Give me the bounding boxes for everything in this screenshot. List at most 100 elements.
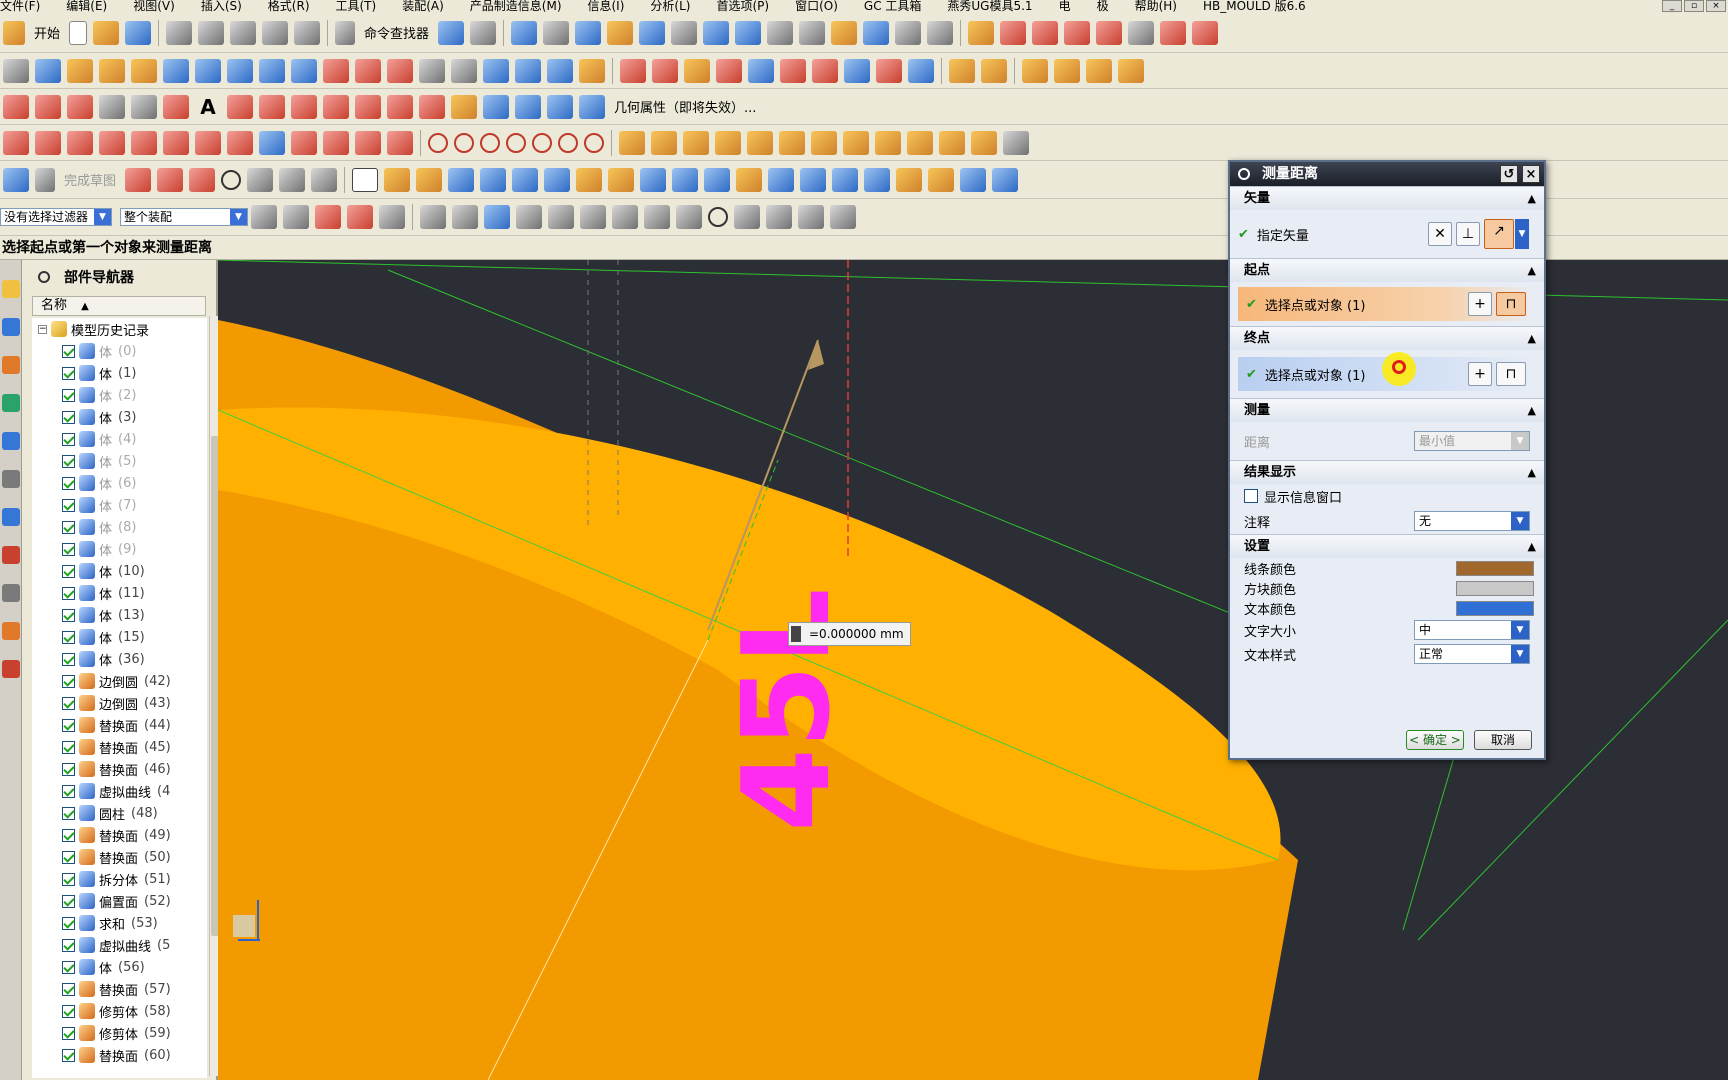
tree-row[interactable]: 体 (0) — [32, 340, 207, 362]
system-materials-tab-icon[interactable] — [2, 508, 20, 526]
electrode-icon[interactable] — [1054, 58, 1080, 83]
emboss-icon[interactable] — [939, 130, 965, 155]
part-navigator-tab-icon[interactable] — [2, 356, 20, 374]
report-icon[interactable] — [1118, 58, 1144, 83]
sweep-icon[interactable] — [259, 58, 285, 83]
collapse-caret-icon[interactable]: ▲ — [1528, 187, 1536, 211]
tree-root-row[interactable]: − 模型历史记录 — [32, 318, 207, 340]
sketch-icon[interactable] — [3, 167, 29, 192]
enlarge-icon[interactable] — [419, 58, 445, 83]
extract-icon[interactable] — [451, 94, 477, 119]
divide-icon[interactable] — [291, 130, 317, 155]
tree-row[interactable]: 替换面 (50) — [32, 846, 207, 868]
quadrant-snap-icon[interactable] — [676, 205, 702, 229]
circle-point-icon[interactable] — [532, 132, 552, 153]
sphere-icon[interactable] — [544, 167, 571, 192]
menu-item[interactable]: 编辑(E) — [66, 0, 107, 12]
divide-curve-icon[interactable] — [1032, 20, 1059, 45]
trim-body-icon[interactable] — [768, 167, 795, 192]
swept-surface-icon[interactable] — [291, 58, 317, 83]
visibility-checkbox[interactable] — [62, 1004, 75, 1018]
type-filter-dropdown[interactable]: 没有选择过滤器 — [0, 208, 112, 226]
arc-icon[interactable] — [35, 94, 61, 119]
resize-blend-icon[interactable] — [780, 58, 806, 83]
hole-icon[interactable] — [619, 130, 645, 155]
face-analysis-icon[interactable] — [844, 58, 870, 83]
profile-icon[interactable] — [125, 167, 152, 192]
law-extension-icon[interactable] — [515, 58, 541, 83]
mesh-surface-icon[interactable] — [227, 58, 253, 83]
tree-row[interactable]: 替换面 (44) — [32, 714, 207, 736]
grid-icon[interactable] — [895, 20, 922, 45]
move-icon[interactable] — [703, 20, 730, 45]
end-point-options-icon[interactable]: ⊓ — [1496, 362, 1526, 386]
visibility-checkbox[interactable] — [62, 938, 75, 952]
rotate-icon[interactable] — [735, 20, 762, 45]
tree-row[interactable]: 体 (36) — [32, 648, 207, 670]
vector-options-icon[interactable]: ⊥ — [1456, 222, 1480, 246]
line-icon[interactable] — [3, 94, 29, 119]
tree-row[interactable]: 虚拟曲线 (4 — [32, 780, 207, 802]
geometry-properties-icon[interactable] — [579, 94, 605, 119]
visibility-checkbox[interactable] — [62, 586, 75, 600]
system-scenes-tab-icon[interactable] — [2, 660, 20, 678]
fillet-curve-icon[interactable] — [1064, 20, 1091, 45]
feature-filter-icon[interactable] — [379, 205, 405, 229]
offset-surface-icon[interactable] — [323, 58, 349, 83]
visibility-checkbox[interactable] — [62, 894, 75, 908]
project-curve-icon[interactable] — [259, 94, 285, 119]
point-dialog-icon[interactable]: + — [1468, 362, 1492, 386]
tree-row[interactable]: 求和 (53) — [32, 912, 207, 934]
block-icon[interactable] — [448, 167, 475, 192]
sew-icon[interactable] — [387, 58, 413, 83]
move-face-icon[interactable] — [716, 58, 742, 83]
reuse-library-tab-icon[interactable] — [2, 394, 20, 412]
through-curves-icon[interactable] — [195, 58, 221, 83]
tree-row[interactable]: 体 (15) — [32, 626, 207, 648]
close-window-button[interactable]: × — [1706, 0, 1726, 12]
dialog-title-bar[interactable]: 测量距离 ↺ × — [1230, 162, 1544, 186]
name-column-header[interactable]: 名称 ▲ — [32, 296, 206, 316]
command-finder-button[interactable]: 命令查找器 — [364, 23, 429, 42]
subtract-icon[interactable] — [608, 167, 635, 192]
edit-angle-icon[interactable] — [35, 130, 61, 155]
drag-handle-icon[interactable] — [791, 626, 801, 642]
menu-item[interactable]: 极 — [1097, 0, 1109, 12]
groove-icon[interactable] — [779, 130, 805, 155]
tree-row[interactable]: 修剪体 (58) — [32, 1000, 207, 1022]
n-sided-icon[interactable] — [483, 58, 509, 83]
process-studio-tab-icon[interactable] — [2, 546, 20, 564]
intersect-icon[interactable] — [640, 167, 667, 192]
visibility-checkbox[interactable] — [62, 784, 75, 798]
menu-item[interactable]: 文件(F) — [0, 0, 40, 12]
bridge-curve-icon[interactable] — [355, 94, 381, 119]
section-results-display[interactable]: 结果显示 ▲ — [1230, 460, 1544, 484]
visibility-checkbox[interactable] — [62, 520, 75, 534]
tree-row[interactable]: 体 (8) — [32, 516, 207, 538]
visibility-checkbox[interactable] — [62, 564, 75, 578]
tools-icon[interactable] — [831, 20, 858, 45]
constraint-navigator-tab-icon[interactable] — [2, 318, 20, 336]
trim-curve-icon[interactable] — [1000, 20, 1027, 45]
datum-plane-icon[interactable] — [35, 58, 61, 83]
cylinder-feature-icon[interactable] — [480, 167, 507, 192]
edit-spline-icon[interactable] — [227, 130, 253, 155]
sketch-line-icon[interactable] — [157, 167, 184, 192]
boss-icon[interactable] — [651, 130, 677, 155]
tree-row[interactable]: 偏置面 (52) — [32, 890, 207, 912]
visibility-checkbox[interactable] — [62, 410, 75, 424]
studio-spline-icon[interactable] — [163, 94, 189, 119]
sketch-rectangle-icon[interactable] — [311, 167, 338, 192]
inferred-vector-icon[interactable]: ✕ — [1428, 222, 1452, 246]
tree-row[interactable]: 拆分体 (51) — [32, 868, 207, 890]
slot-icon[interactable] — [747, 130, 773, 155]
mirror-icon[interactable] — [547, 94, 573, 119]
menu-item[interactable]: 燕秀UG模具5.1 — [947, 0, 1032, 12]
component-icon[interactable] — [981, 58, 1007, 83]
tree-row[interactable]: 体 (5) — [32, 450, 207, 472]
tangent-icon[interactable] — [131, 130, 157, 155]
visibility-checkbox[interactable] — [62, 960, 75, 974]
extrude-feature-icon[interactable] — [384, 167, 411, 192]
join-curve-icon[interactable] — [387, 94, 413, 119]
open-folder-icon[interactable] — [93, 20, 120, 45]
